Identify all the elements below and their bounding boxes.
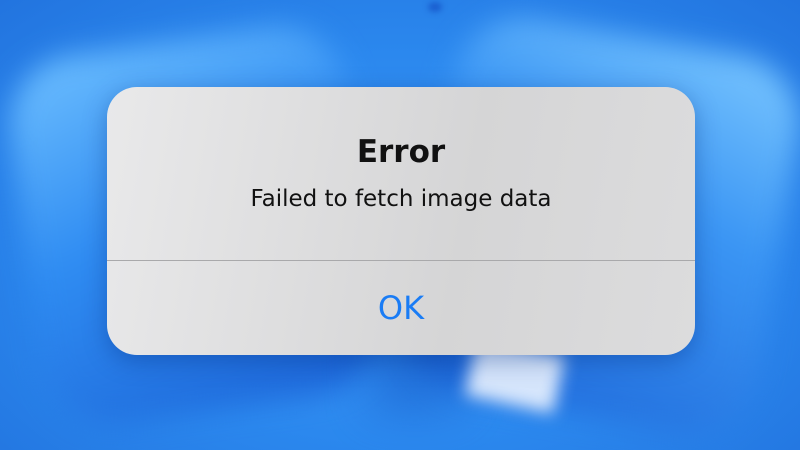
blurred-dot [428, 2, 442, 12]
alert-message: Failed to fetch image data [250, 186, 552, 212]
error-alert-dialog: Error Failed to fetch image data OK [107, 87, 695, 355]
ok-button-label: OK [377, 289, 425, 327]
alert-content: Error Failed to fetch image data [107, 87, 695, 261]
alert-title: Error [356, 134, 446, 170]
ok-button[interactable]: OK [107, 261, 695, 355]
